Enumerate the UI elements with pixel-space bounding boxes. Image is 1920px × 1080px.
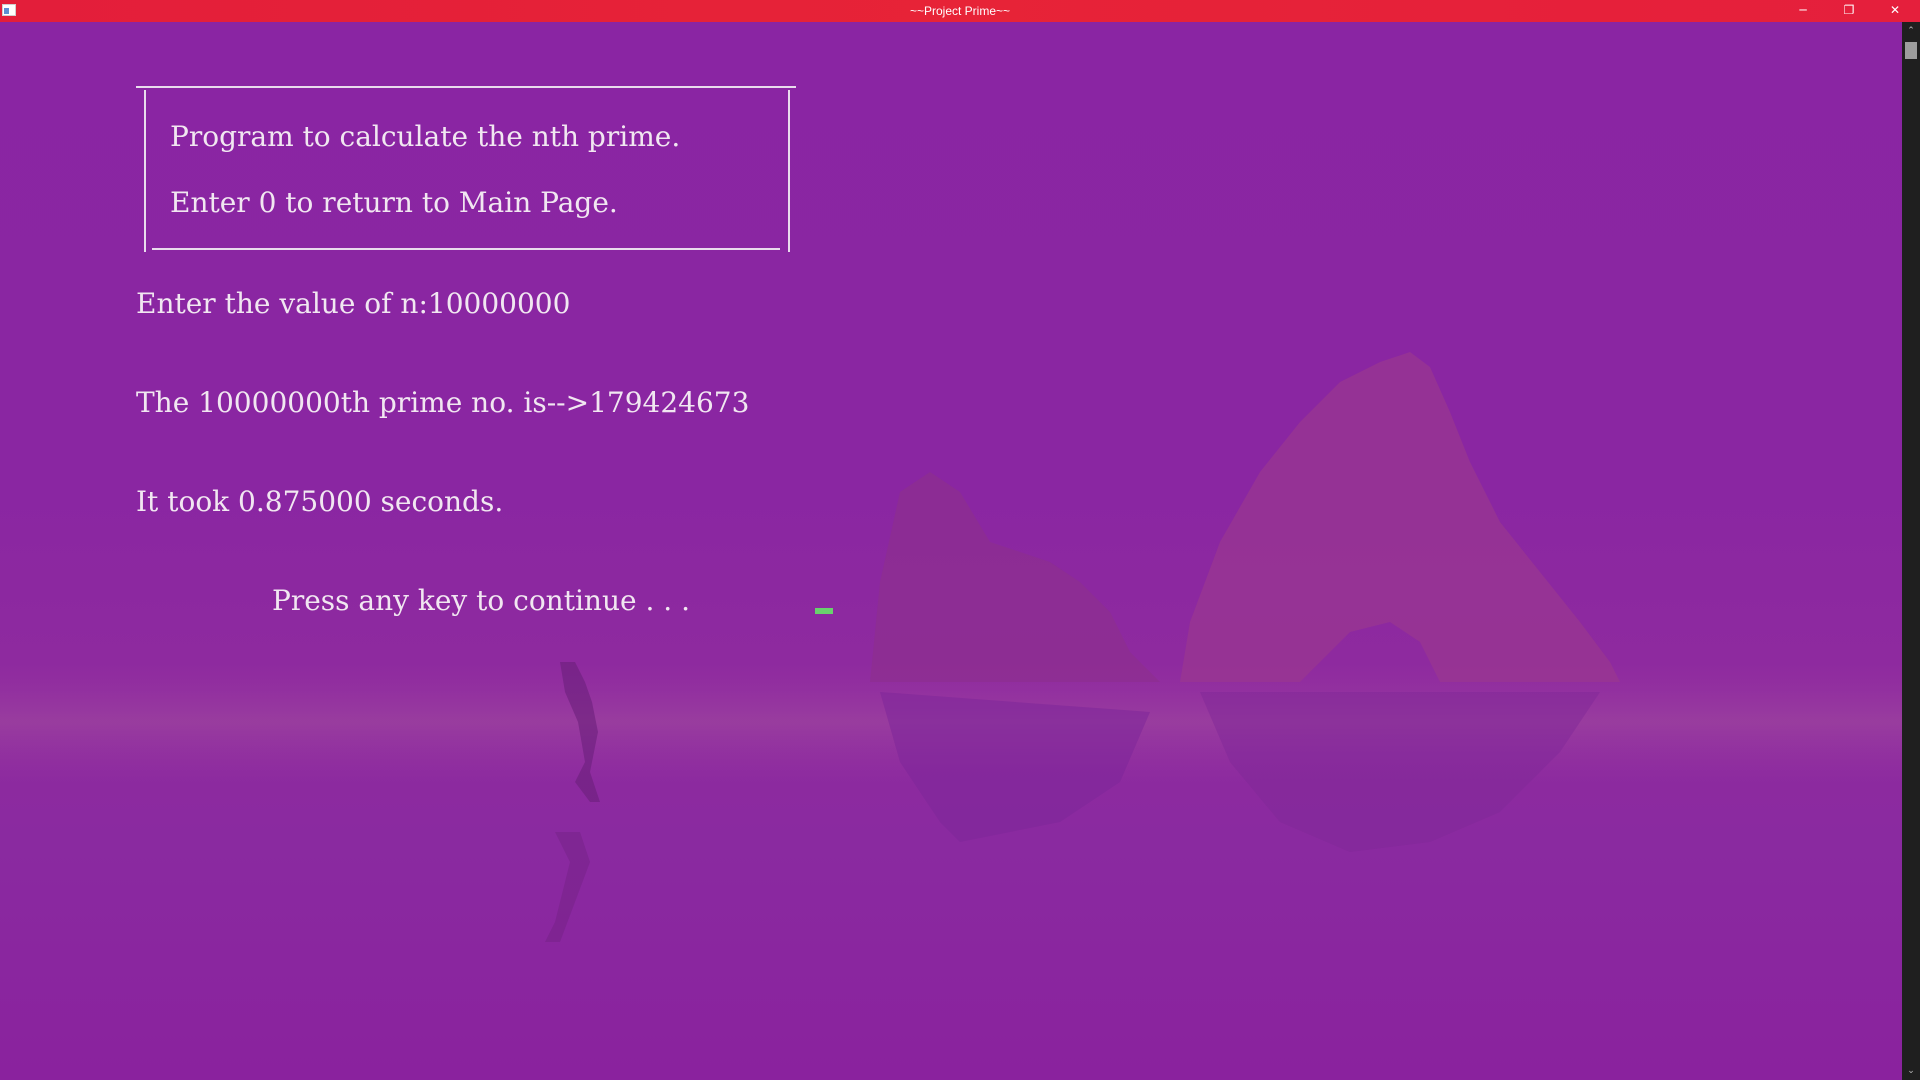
- box-instruction-line: Enter 0 to return to Main Page.: [170, 186, 618, 219]
- box-right-border: [788, 90, 790, 252]
- result-line: The 10000000th prime no. is-->179424673: [136, 386, 750, 419]
- text-cursor: [815, 608, 833, 614]
- vertical-scrollbar[interactable]: ⌃ ⌄: [1902, 22, 1920, 1080]
- close-button[interactable]: ✕: [1872, 0, 1918, 22]
- box-left-border: [144, 90, 146, 252]
- prompt-line: Enter the value of n:10000000: [136, 287, 571, 320]
- title-bar[interactable]: ~~Project Prime~~ ─ ❐ ✕: [0, 0, 1920, 22]
- box-description-line: Program to calculate the nth prime.: [170, 120, 681, 153]
- console-window: ~~Project Prime~~ ─ ❐ ✕ Program to calcu…: [0, 0, 1920, 1080]
- time-line: It took 0.875000 seconds.: [136, 485, 504, 518]
- scroll-down-arrow-icon[interactable]: ⌄: [1902, 1064, 1920, 1078]
- scroll-thumb[interactable]: [1905, 42, 1917, 59]
- box-bottom-border: [152, 248, 780, 250]
- restore-button[interactable]: ❐: [1826, 0, 1872, 22]
- box-top-border: [136, 86, 796, 88]
- continue-prompt: Press any key to continue . . .: [272, 584, 690, 617]
- minimize-button[interactable]: ─: [1780, 0, 1826, 22]
- info-box: Program to calculate the nth prime. Ente…: [136, 86, 796, 252]
- window-title: ~~Project Prime~~: [909, 4, 1011, 18]
- console-output[interactable]: Program to calculate the nth prime. Ente…: [0, 22, 1902, 1080]
- scroll-up-arrow-icon[interactable]: ⌃: [1902, 24, 1920, 38]
